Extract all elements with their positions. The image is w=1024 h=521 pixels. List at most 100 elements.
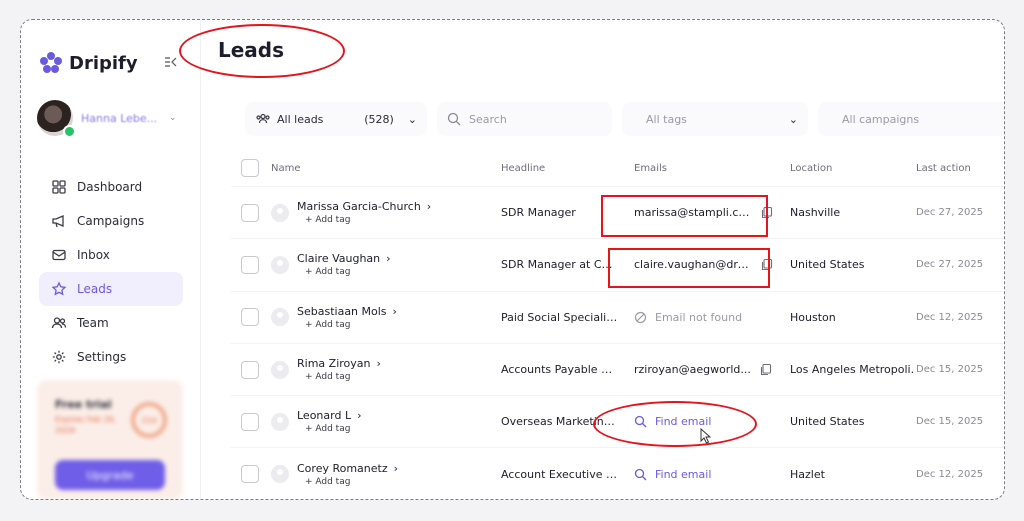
avatar: [271, 203, 289, 222]
find-email-label: Find email: [655, 415, 712, 429]
user-menu[interactable]: Hanna Lebe... ⌄: [37, 100, 177, 138]
lead-location: United States: [790, 258, 865, 272]
chevron-right-icon[interactable]: ›: [393, 305, 397, 318]
avatar: [271, 360, 289, 379]
table-row[interactable]: Sebastiaan Mols › + Add tag Paid Social S…: [231, 290, 1004, 343]
avatar: [37, 100, 76, 138]
mail-icon: [52, 249, 66, 261]
row-checkbox[interactable]: [241, 203, 259, 222]
table-row[interactable]: Leonard L › + Add tag Overseas Marketing …: [231, 395, 1004, 447]
lead-location: Hazlet: [790, 467, 825, 481]
lead-last-action: Dec 15, 2025: [916, 416, 984, 428]
lead-name[interactable]: Leonard L: [297, 409, 351, 422]
chevron-right-icon[interactable]: ›: [376, 357, 380, 370]
lead-name[interactable]: Rima Ziroyan: [297, 357, 370, 370]
megaphone-icon: [52, 215, 64, 228]
lead-name[interactable]: Marissa Garcia-Church: [297, 200, 421, 213]
chevron-right-icon[interactable]: ›: [386, 252, 390, 265]
sidebar-item-dashboard[interactable]: Dashboard: [39, 170, 183, 204]
lead-headline: Overseas Marketing Ma...: [501, 415, 618, 429]
sidebar-item-campaigns[interactable]: Campaigns: [39, 204, 183, 238]
lead-headline: SDR Manager: [501, 206, 576, 220]
sidebar: Dripify Hanna Lebe... ⌄ Dashboard Campai…: [21, 20, 201, 499]
lead-email: claire.vaughan@dre...: [634, 258, 752, 272]
row-checkbox[interactable]: [241, 465, 259, 484]
copy-icon[interactable]: [760, 258, 773, 271]
header-name: Name: [271, 162, 301, 174]
lead-last-action: Dec 27, 2025: [916, 259, 984, 271]
lead-last-action: Dec 12, 2025: [916, 468, 984, 480]
copy-icon[interactable]: [760, 206, 773, 219]
find-email-button[interactable]: Find email: [618, 415, 774, 428]
sidebar-item-label: Settings: [77, 350, 127, 364]
mouse-cursor-icon: [700, 428, 712, 444]
avatar: [271, 412, 289, 431]
add-tag-button[interactable]: + Add tag: [297, 267, 391, 277]
search-placeholder: Search: [469, 112, 507, 126]
search-icon: [634, 416, 647, 428]
search-icon: [447, 112, 461, 126]
sidebar-item-team[interactable]: Team: [39, 306, 183, 340]
tags-label: All tags: [646, 112, 687, 126]
filter-bar: All leads (528) ⌄ Search All tags ⌄ All …: [245, 102, 1004, 136]
user-name: Hanna Lebe...: [81, 111, 158, 125]
lead-location: United States: [790, 415, 865, 429]
lead-name[interactable]: Sebastiaan Mols: [297, 305, 387, 318]
star-icon: [51, 281, 67, 296]
free-trial-card: Free trial Expires Feb 26, 2026 21d Upgr…: [37, 380, 183, 499]
add-tag-button[interactable]: + Add tag: [297, 215, 431, 225]
users-icon: [51, 317, 67, 329]
sidebar-item-settings[interactable]: Settings: [39, 340, 183, 374]
chevron-down-icon: ⌄: [407, 112, 417, 126]
lead-headline: Account Executive at Shi...: [501, 467, 618, 481]
table-row[interactable]: Marissa Garcia-Church › + Add tag SDR Man…: [231, 186, 1004, 238]
lead-location: Houston: [790, 310, 836, 324]
add-tag-button[interactable]: + Add tag: [297, 320, 397, 330]
add-tag-button[interactable]: + Add tag: [297, 372, 381, 382]
chevron-right-icon[interactable]: ›: [394, 462, 398, 475]
lead-last-action: Dec 27, 2025: [916, 207, 984, 219]
header-emails: Emails: [634, 162, 667, 174]
chevron-right-icon[interactable]: ›: [427, 200, 431, 213]
sidebar-item-leads[interactable]: Leads: [39, 272, 183, 306]
add-tag-button[interactable]: + Add tag: [297, 477, 398, 487]
users-icon: [256, 113, 270, 124]
search-icon: [634, 468, 647, 481]
row-checkbox[interactable]: [241, 360, 259, 379]
lead-name[interactable]: Corey Romanetz: [297, 462, 388, 475]
all-leads-filter[interactable]: All leads (528) ⌄: [245, 102, 427, 136]
add-tag-button[interactable]: + Add tag: [297, 424, 362, 434]
sidebar-item-label: Campaigns: [77, 214, 145, 228]
trial-title: Free trial: [55, 398, 112, 411]
sidebar-nav: Dashboard Campaigns Inbox Leads Team Set…: [39, 170, 183, 374]
find-email-label: Find email: [655, 467, 712, 481]
collapse-sidebar-icon[interactable]: [163, 54, 179, 70]
copy-icon[interactable]: [759, 363, 772, 376]
brand-name: Dripify: [69, 52, 138, 74]
sidebar-item-label: Dashboard: [77, 180, 143, 194]
row-checkbox[interactable]: [241, 412, 259, 431]
table-row[interactable]: Corey Romanetz › + Add tag Account Execut…: [231, 447, 1004, 499]
tags-dropdown[interactable]: All tags ⌄: [622, 102, 808, 136]
sidebar-item-inbox[interactable]: Inbox: [39, 238, 183, 272]
sidebar-item-label: Team: [77, 316, 109, 330]
select-all-checkbox[interactable]: [241, 159, 259, 177]
chevron-right-icon[interactable]: ›: [357, 409, 361, 422]
table-row[interactable]: Claire Vaughan › + Add tag SDR Manager at…: [231, 238, 1004, 290]
brand[interactable]: Dripify: [39, 51, 138, 75]
upgrade-button[interactable]: Upgrade: [55, 460, 165, 490]
avatar: [271, 465, 289, 484]
table-row[interactable]: Rima Ziroyan › + Add tag Accounts Payable…: [231, 342, 1004, 395]
lead-name[interactable]: Claire Vaughan: [297, 252, 380, 265]
row-checkbox[interactable]: [241, 255, 259, 274]
lead-location: Nashville: [790, 206, 841, 220]
row-checkbox[interactable]: [241, 308, 259, 327]
campaigns-dropdown[interactable]: All campaigns: [818, 102, 1004, 136]
dripify-logo-icon: [40, 52, 62, 73]
lead-headline: Accounts Payable Speci...: [501, 363, 618, 377]
campaigns-label: All campaigns: [842, 112, 920, 126]
lead-headline: SDR Manager at Cyberh...: [501, 258, 618, 272]
find-email-button[interactable]: Find email: [618, 468, 774, 481]
search-input[interactable]: Search: [437, 102, 612, 136]
chevron-down-icon: ⌄: [788, 112, 798, 126]
